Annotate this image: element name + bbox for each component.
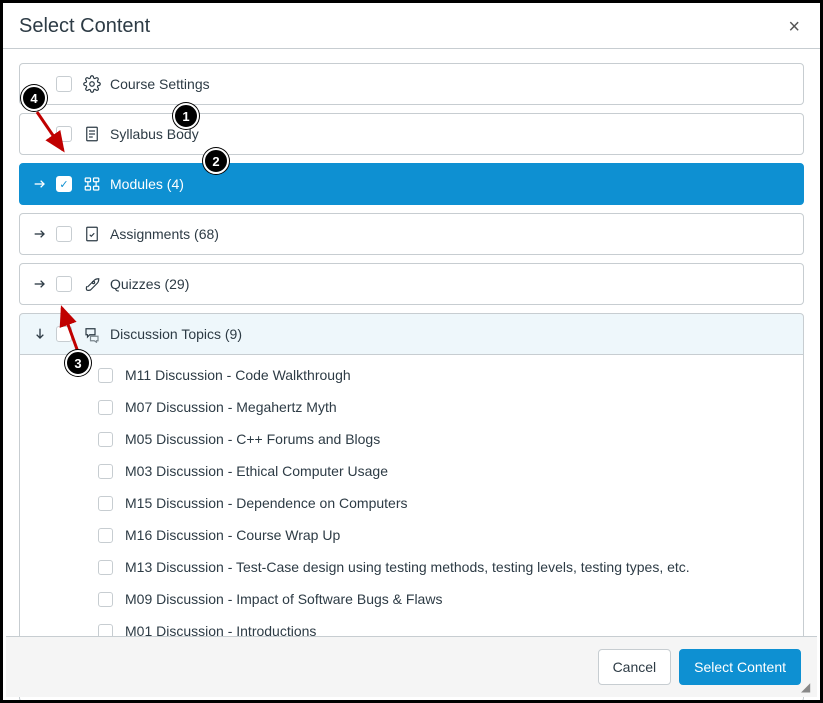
assignment-icon — [82, 225, 102, 243]
row-syllabus-body[interactable]: Syllabus Body — [19, 113, 804, 155]
select-content-button[interactable]: Select Content — [679, 649, 801, 685]
callout-2: 2 — [203, 148, 229, 174]
label-quizzes: Quizzes (29) — [110, 276, 793, 292]
content-list: Course Settings Syllabus Body ✓ Modules … — [3, 49, 820, 702]
resize-handle-icon[interactable]: ◢ — [801, 681, 813, 693]
discussions-children: M11 Discussion - Code Walkthrough M07 Di… — [19, 355, 804, 652]
document-list-icon — [82, 125, 102, 143]
row-quizzes[interactable]: Quizzes (29) — [19, 263, 804, 305]
dialog-title: Select Content — [19, 15, 150, 38]
callout-3: 3 — [65, 350, 91, 376]
modules-icon — [82, 175, 102, 193]
label-assignments: Assignments (68) — [110, 226, 793, 242]
list-item[interactable]: M16 Discussion - Course Wrap Up — [20, 519, 803, 551]
child-label: M16 Discussion - Course Wrap Up — [125, 527, 793, 543]
checkbox-course-settings[interactable] — [56, 76, 72, 92]
checkbox-child[interactable] — [98, 464, 113, 479]
expand-icon[interactable] — [30, 276, 50, 292]
label-syllabus-body: Syllabus Body — [110, 126, 793, 142]
checkbox-child[interactable] — [98, 592, 113, 607]
row-discussions[interactable]: Discussion Topics (9) — [19, 313, 804, 355]
close-icon[interactable]: × — [784, 17, 804, 37]
row-course-settings[interactable]: Course Settings — [19, 63, 804, 105]
label-course-settings: Course Settings — [110, 76, 793, 92]
callout-4: 4 — [21, 85, 47, 111]
collapse-icon[interactable] — [30, 326, 50, 342]
list-item[interactable]: M05 Discussion - C++ Forums and Blogs — [20, 423, 803, 455]
list-item[interactable]: M09 Discussion - Impact of Software Bugs… — [20, 583, 803, 615]
child-label: M07 Discussion - Megahertz Myth — [125, 399, 793, 415]
checkbox-quizzes[interactable] — [56, 276, 72, 292]
checkbox-child[interactable] — [98, 528, 113, 543]
row-assignments[interactable]: Assignments (68) — [19, 213, 804, 255]
dialog-header: Select Content × — [3, 3, 820, 49]
rocket-icon — [82, 275, 102, 293]
child-label: M09 Discussion - Impact of Software Bugs… — [125, 591, 793, 607]
child-label: M13 Discussion - Test-Case design using … — [125, 559, 793, 575]
child-label: M03 Discussion - Ethical Computer Usage — [125, 463, 793, 479]
list-item[interactable]: M07 Discussion - Megahertz Myth — [20, 391, 803, 423]
expand-icon[interactable] — [30, 176, 50, 192]
dialog-footer: Cancel Select Content ◢ — [6, 636, 817, 697]
child-label: M05 Discussion - C++ Forums and Blogs — [125, 431, 793, 447]
cancel-button[interactable]: Cancel — [598, 649, 672, 685]
checkbox-modules[interactable]: ✓ — [56, 176, 72, 192]
child-label: M11 Discussion - Code Walkthrough — [125, 367, 793, 383]
gear-icon — [82, 75, 102, 93]
annotation-arrow — [58, 302, 98, 357]
row-modules[interactable]: ✓ Modules (4) — [19, 163, 804, 205]
annotation-arrow — [33, 108, 73, 158]
child-label: M15 Discussion - Dependence on Computers — [125, 495, 793, 511]
callout-1: 1 — [173, 103, 199, 129]
checkbox-child[interactable] — [98, 368, 113, 383]
expand-icon[interactable] — [30, 226, 50, 242]
list-item[interactable]: M03 Discussion - Ethical Computer Usage — [20, 455, 803, 487]
checkbox-child[interactable] — [98, 496, 113, 511]
list-item[interactable]: M15 Discussion - Dependence on Computers — [20, 487, 803, 519]
label-discussions: Discussion Topics (9) — [110, 326, 793, 342]
list-item[interactable]: M11 Discussion - Code Walkthrough — [20, 359, 803, 391]
checkbox-child[interactable] — [98, 432, 113, 447]
checkbox-assignments[interactable] — [56, 226, 72, 242]
dialog-frame: Select Content × Course Settings Syllabu… — [0, 0, 823, 703]
checkbox-child[interactable] — [98, 400, 113, 415]
list-item[interactable]: M13 Discussion - Test-Case design using … — [20, 551, 803, 583]
label-modules: Modules (4) — [110, 176, 793, 192]
checkbox-child[interactable] — [98, 560, 113, 575]
